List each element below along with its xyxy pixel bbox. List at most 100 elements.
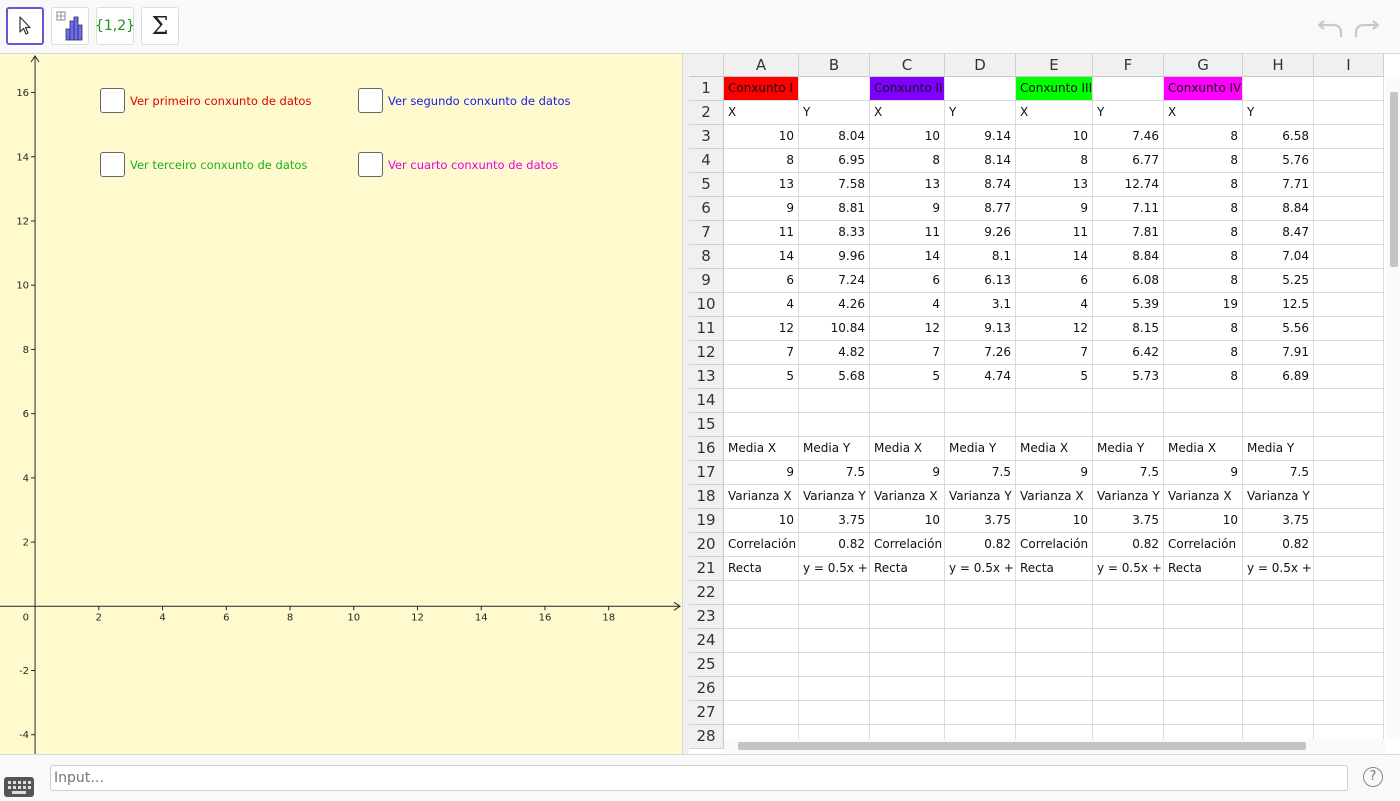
- column-header-g[interactable]: G: [1164, 54, 1243, 77]
- cell-g16[interactable]: Media X: [1164, 437, 1243, 461]
- cell-a9[interactable]: 6: [724, 269, 799, 293]
- cell-b10[interactable]: 4.26: [799, 293, 870, 317]
- cell-i2[interactable]: [1314, 101, 1384, 125]
- cell-g6[interactable]: 8: [1164, 197, 1243, 221]
- cell-f2[interactable]: Y: [1093, 101, 1164, 125]
- cell-b4[interactable]: 6.95: [799, 149, 870, 173]
- cell-b3[interactable]: 8.04: [799, 125, 870, 149]
- cell-c9[interactable]: 6: [870, 269, 945, 293]
- row-header-21[interactable]: 21: [689, 557, 724, 581]
- keyboard-icon[interactable]: [4, 777, 34, 797]
- cell-d16[interactable]: Media Y: [945, 437, 1016, 461]
- scroll-thumb[interactable]: [738, 742, 1306, 750]
- cell-a17[interactable]: 9: [724, 461, 799, 485]
- cell-c3[interactable]: 10: [870, 125, 945, 149]
- cell-c14[interactable]: [870, 389, 945, 413]
- cell-g21[interactable]: Recta: [1164, 557, 1243, 581]
- cell-a19[interactable]: 10: [724, 509, 799, 533]
- column-header-e[interactable]: E: [1016, 54, 1093, 77]
- cell-f22[interactable]: [1093, 581, 1164, 605]
- cell-b16[interactable]: Media Y: [799, 437, 870, 461]
- cell-h3[interactable]: 6.58: [1243, 125, 1314, 149]
- row-header-26[interactable]: 26: [689, 677, 724, 701]
- cell-h23[interactable]: [1243, 605, 1314, 629]
- cell-h25[interactable]: [1243, 653, 1314, 677]
- cell-e4[interactable]: 8: [1016, 149, 1093, 173]
- cell-i22[interactable]: [1314, 581, 1384, 605]
- cell-g20[interactable]: Correlación: [1164, 533, 1243, 557]
- cell-a11[interactable]: 12: [724, 317, 799, 341]
- cell-b18[interactable]: Varianza Y: [799, 485, 870, 509]
- cell-i8[interactable]: [1314, 245, 1384, 269]
- cell-h27[interactable]: [1243, 701, 1314, 725]
- cell-a7[interactable]: 11: [724, 221, 799, 245]
- cell-f25[interactable]: [1093, 653, 1164, 677]
- cell-h17[interactable]: 7.5: [1243, 461, 1314, 485]
- cell-g19[interactable]: 10: [1164, 509, 1243, 533]
- cell-g3[interactable]: 8: [1164, 125, 1243, 149]
- cell-d6[interactable]: 8.77: [945, 197, 1016, 221]
- checkbox-second-dataset[interactable]: Ver segundo conxunto de datos: [358, 88, 571, 113]
- cell-h20[interactable]: 0.82: [1243, 533, 1314, 557]
- cell-h26[interactable]: [1243, 677, 1314, 701]
- cell-c8[interactable]: 14: [870, 245, 945, 269]
- cell-g27[interactable]: [1164, 701, 1243, 725]
- cell-b26[interactable]: [799, 677, 870, 701]
- cell-h15[interactable]: [1243, 413, 1314, 437]
- cell-d3[interactable]: 9.14: [945, 125, 1016, 149]
- cell-f5[interactable]: 12.74: [1093, 173, 1164, 197]
- cell-e16[interactable]: Media X: [1016, 437, 1093, 461]
- cell-a13[interactable]: 5: [724, 365, 799, 389]
- cell-i20[interactable]: [1314, 533, 1384, 557]
- cell-a3[interactable]: 10: [724, 125, 799, 149]
- cell-f26[interactable]: [1093, 677, 1164, 701]
- row-header-11[interactable]: 11: [689, 317, 724, 341]
- cell-d21[interactable]: y = 0.5x + 3: [945, 557, 1016, 581]
- cell-d20[interactable]: 0.82: [945, 533, 1016, 557]
- cell-b22[interactable]: [799, 581, 870, 605]
- cell-h18[interactable]: Varianza Y: [1243, 485, 1314, 509]
- cell-c2[interactable]: X: [870, 101, 945, 125]
- row-header-15[interactable]: 15: [689, 413, 724, 437]
- undo-icon[interactable]: [1315, 12, 1345, 42]
- cell-e22[interactable]: [1016, 581, 1093, 605]
- cell-i17[interactable]: [1314, 461, 1384, 485]
- cell-f19[interactable]: 3.75: [1093, 509, 1164, 533]
- row-header-6[interactable]: 6: [689, 197, 724, 221]
- cell-c10[interactable]: 4: [870, 293, 945, 317]
- checkbox-fourth-dataset[interactable]: Ver cuarto conxunto de datos: [358, 152, 558, 177]
- cell-e1[interactable]: Conxunto III: [1016, 77, 1093, 101]
- cell-b19[interactable]: 3.75: [799, 509, 870, 533]
- cell-i14[interactable]: [1314, 389, 1384, 413]
- row-header-8[interactable]: 8: [689, 245, 724, 269]
- cell-c4[interactable]: 8: [870, 149, 945, 173]
- cell-d4[interactable]: 8.14: [945, 149, 1016, 173]
- cell-f20[interactable]: 0.82: [1093, 533, 1164, 557]
- row-header-22[interactable]: 22: [689, 581, 724, 605]
- cell-i23[interactable]: [1314, 605, 1384, 629]
- cell-b17[interactable]: 7.5: [799, 461, 870, 485]
- cell-c11[interactable]: 12: [870, 317, 945, 341]
- cell-g7[interactable]: 8: [1164, 221, 1243, 245]
- cell-g15[interactable]: [1164, 413, 1243, 437]
- cell-g26[interactable]: [1164, 677, 1243, 701]
- cell-f1[interactable]: [1093, 77, 1164, 101]
- cell-g2[interactable]: X: [1164, 101, 1243, 125]
- cell-c16[interactable]: Media X: [870, 437, 945, 461]
- cell-c23[interactable]: [870, 605, 945, 629]
- cell-b8[interactable]: 9.96: [799, 245, 870, 269]
- cell-a14[interactable]: [724, 389, 799, 413]
- column-header-b[interactable]: B: [799, 54, 870, 77]
- cell-g9[interactable]: 8: [1164, 269, 1243, 293]
- cell-h14[interactable]: [1243, 389, 1314, 413]
- cell-a16[interactable]: Media X: [724, 437, 799, 461]
- cell-f9[interactable]: 6.08: [1093, 269, 1164, 293]
- cell-i26[interactable]: [1314, 677, 1384, 701]
- cell-i27[interactable]: [1314, 701, 1384, 725]
- cell-c1[interactable]: Conxunto II: [870, 77, 945, 101]
- cell-f4[interactable]: 6.77: [1093, 149, 1164, 173]
- row-header-5[interactable]: 5: [689, 173, 724, 197]
- cell-d8[interactable]: 8.1: [945, 245, 1016, 269]
- cell-a20[interactable]: Correlación: [724, 533, 799, 557]
- cell-i10[interactable]: [1314, 293, 1384, 317]
